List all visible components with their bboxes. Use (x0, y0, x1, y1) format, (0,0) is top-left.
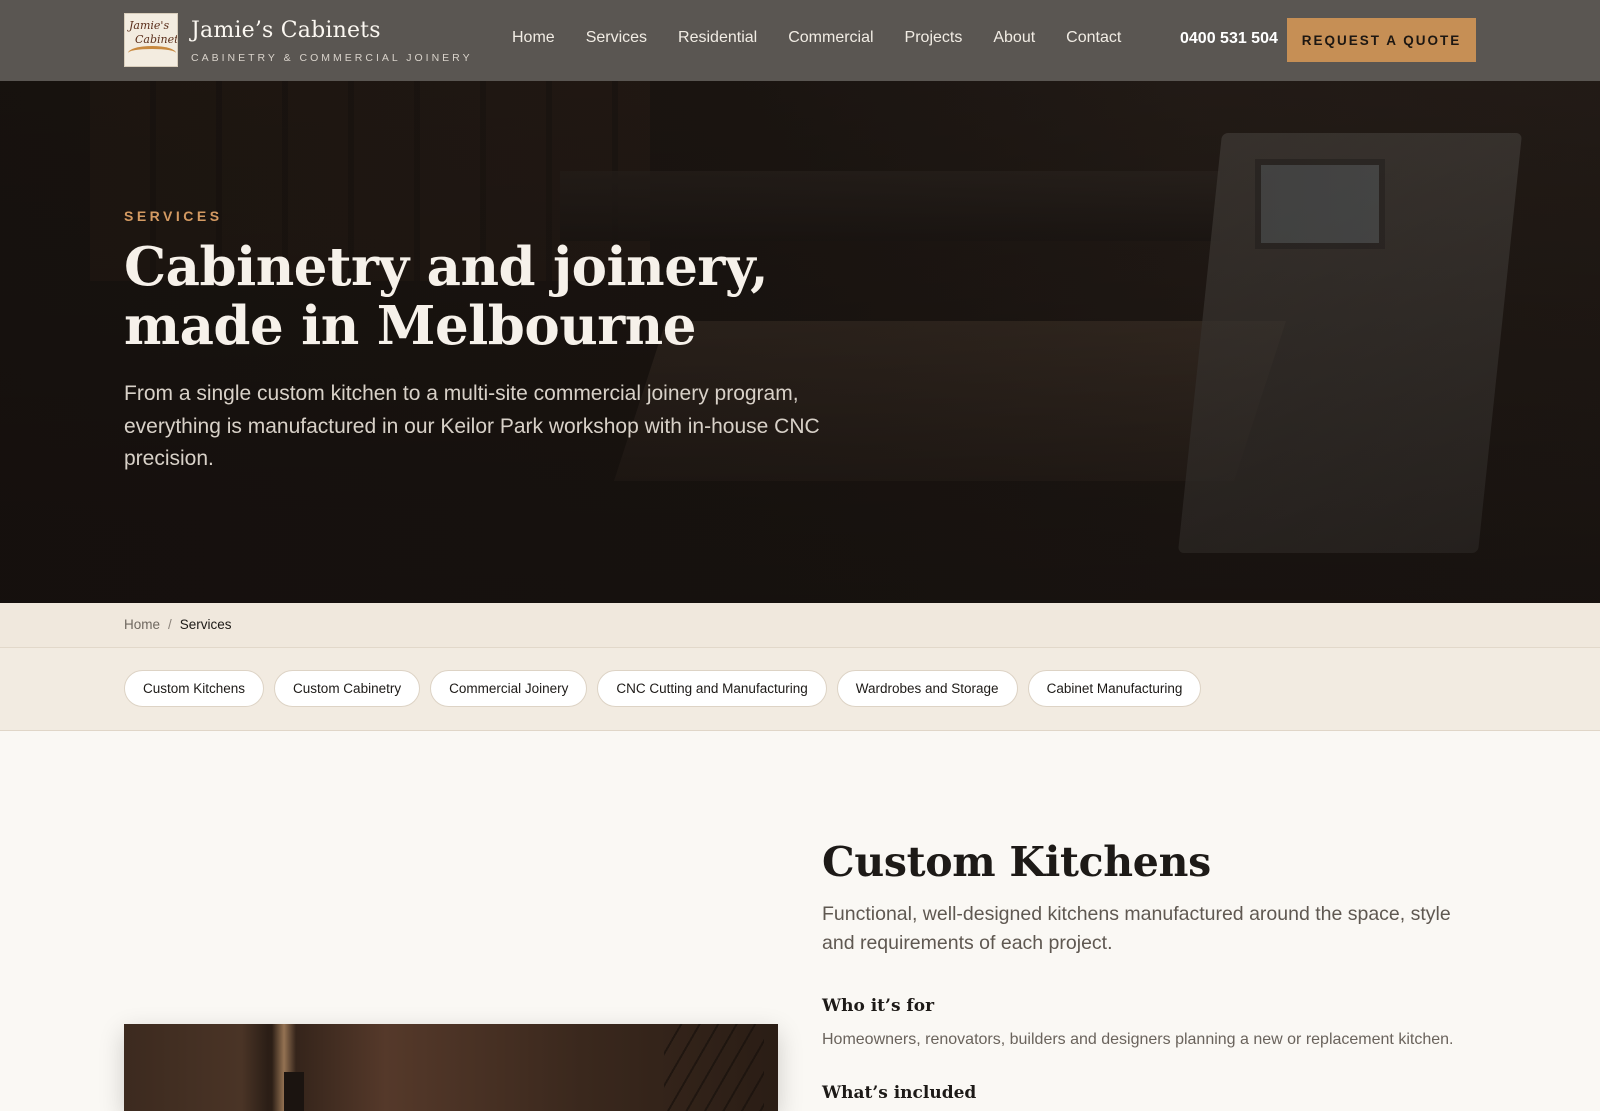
photo-dark-panel (284, 1072, 304, 1111)
pill-wardrobes-storage[interactable]: Wardrobes and Storage (836, 670, 1018, 707)
hero-section: SERVICES Cabinetry and joinery, made in … (0, 81, 1600, 603)
pill-custom-kitchens[interactable]: Custom Kitchens (124, 670, 265, 707)
nav-about[interactable]: About (993, 29, 1035, 47)
nav-services[interactable]: Services (586, 29, 647, 47)
pill-custom-cabinetry[interactable]: Custom Cabinetry (274, 670, 421, 707)
breadcrumb: Home / Services (124, 617, 232, 632)
hero-subtitle: From a single custom kitchen to a multi-… (124, 382, 820, 470)
pill-commercial-joinery[interactable]: Commercial Joinery (430, 670, 588, 707)
brand-tagline: CABINETRY & COMMERCIAL JOINERY (191, 52, 473, 64)
hero-title: Cabinetry and joinery, made in Melbourne (124, 236, 769, 357)
nav-projects[interactable]: Projects (905, 29, 963, 47)
included-heading: What’s included (822, 1083, 977, 1103)
kitchen-photo (124, 1024, 778, 1111)
service-pill-list: Custom Kitchens Custom Cabinetry Commerc… (124, 670, 1202, 707)
logo-swoosh (128, 46, 176, 60)
request-quote-button[interactable]: REQUEST A QUOTE (1287, 18, 1476, 62)
breadcrumb-bar: Home / Services (0, 603, 1600, 648)
breadcrumb-separator: / (168, 617, 172, 632)
brand-name[interactable]: Jamie’s Cabinets (191, 18, 381, 43)
pill-cabinet-manufacturing[interactable]: Cabinet Manufacturing (1027, 670, 1202, 707)
logo-script-line-1: Jamie's (129, 19, 170, 32)
nav-residential[interactable]: Residential (678, 29, 757, 47)
service-filter-bar: Custom Kitchens Custom Cabinetry Commerc… (0, 648, 1600, 731)
pill-cnc-cutting[interactable]: CNC Cutting and Manufacturing (597, 670, 827, 707)
nav-contact[interactable]: Contact (1066, 29, 1121, 47)
breadcrumb-current: Services (179, 617, 232, 632)
section-title: Custom Kitchens (822, 838, 1211, 886)
who-heading: Who it’s for (822, 996, 935, 1016)
photo-branches (664, 1024, 764, 1111)
site-header: Jamie's Cabinets Jamie’s Cabinets CABINE… (0, 0, 1600, 81)
who-text: Homeowners, renovators, builders and des… (822, 1031, 1454, 1048)
nav-commercial[interactable]: Commercial (788, 29, 873, 47)
section-lead: Functional, well-designed kitchens manuf… (822, 903, 1451, 954)
logo-script-line-2: Cabinets (135, 33, 177, 46)
nav-home[interactable]: Home (512, 29, 555, 47)
hero-eyebrow: SERVICES (124, 208, 223, 224)
phone-link[interactable]: 0400 531 504 (1180, 30, 1278, 48)
main-nav: Home Services Residential Commercial Pro… (512, 29, 1152, 47)
brand-logo[interactable]: Jamie's Cabinets (124, 13, 178, 67)
breadcrumb-home[interactable]: Home (124, 617, 160, 632)
